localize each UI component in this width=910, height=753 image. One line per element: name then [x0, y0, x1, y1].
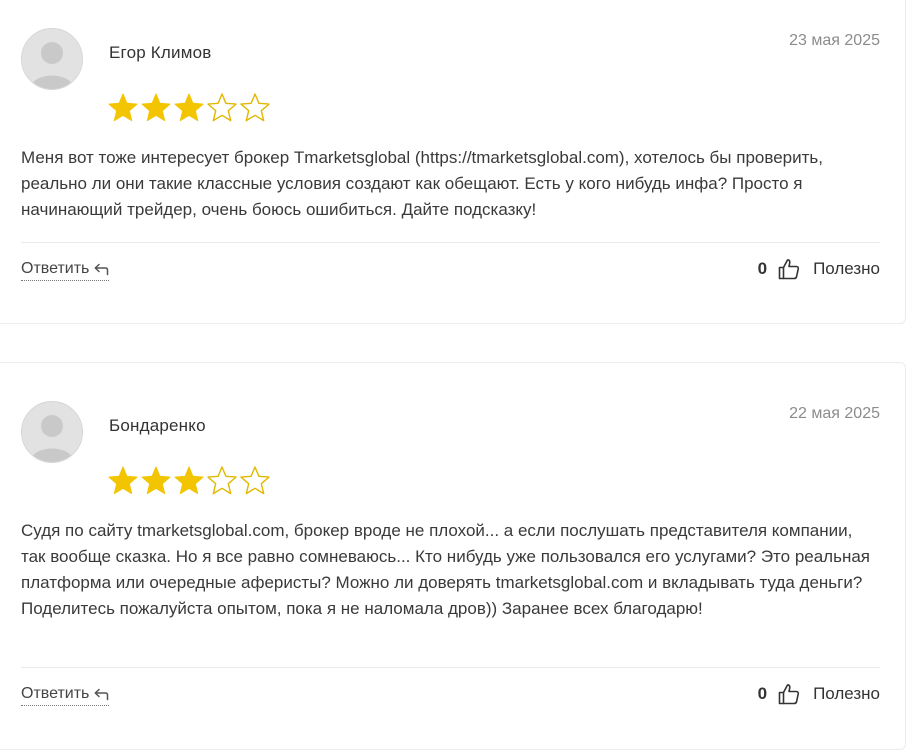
user-placeholder-icon	[22, 402, 82, 462]
user-placeholder-icon	[22, 29, 82, 89]
star-empty-icon	[207, 93, 237, 122]
review-author: Егор Климов	[109, 43, 212, 62]
avatar	[21, 401, 83, 463]
star-filled-icon	[174, 93, 204, 122]
star-rating	[107, 465, 271, 495]
star-empty-icon	[240, 466, 270, 495]
star-filled-icon	[174, 466, 204, 495]
star-empty-icon	[207, 466, 237, 495]
helpful-count: 0	[757, 684, 768, 703]
helpful-button[interactable]: 0 Полезно	[758, 682, 880, 706]
star-filled-icon	[108, 93, 138, 122]
review-text: Меня вот тоже интересует брокер Tmarkets…	[21, 148, 823, 219]
star-filled-icon	[141, 466, 171, 495]
helpful-label: Полезно	[813, 259, 880, 278]
helpful-button[interactable]: 0 Полезно	[758, 257, 880, 281]
reply-arrow-icon	[94, 263, 109, 276]
reply-label: Ответить	[21, 260, 90, 277]
reply-label: Ответить	[21, 685, 90, 702]
helpful-count: 0	[757, 259, 768, 278]
avatar	[21, 28, 83, 90]
reply-button[interactable]: Ответить	[21, 260, 110, 281]
review-date: 22 мая 2025	[789, 405, 880, 422]
review-text: Судя по сайту tmarketsglobal.com, брокер…	[21, 521, 871, 618]
review-card: Бондаренко 22 мая 2025 Судя по сайту tma…	[0, 362, 906, 750]
divider	[21, 242, 880, 243]
thumbs-up-icon	[778, 684, 800, 705]
reply-button[interactable]: Ответить	[21, 685, 110, 706]
star-empty-icon	[240, 93, 270, 122]
star-filled-icon	[141, 93, 171, 122]
review-date: 23 мая 2025	[789, 32, 880, 49]
star-filled-icon	[108, 466, 138, 495]
divider	[21, 667, 880, 668]
star-rating	[107, 92, 271, 122]
review-card: Егор Климов 23 мая 2025 Меня вот тоже ин…	[0, 0, 906, 324]
review-author: Бондаренко	[109, 416, 206, 435]
helpful-label: Полезно	[813, 684, 880, 703]
thumbs-up-icon	[778, 259, 800, 280]
reply-arrow-icon	[94, 688, 109, 701]
